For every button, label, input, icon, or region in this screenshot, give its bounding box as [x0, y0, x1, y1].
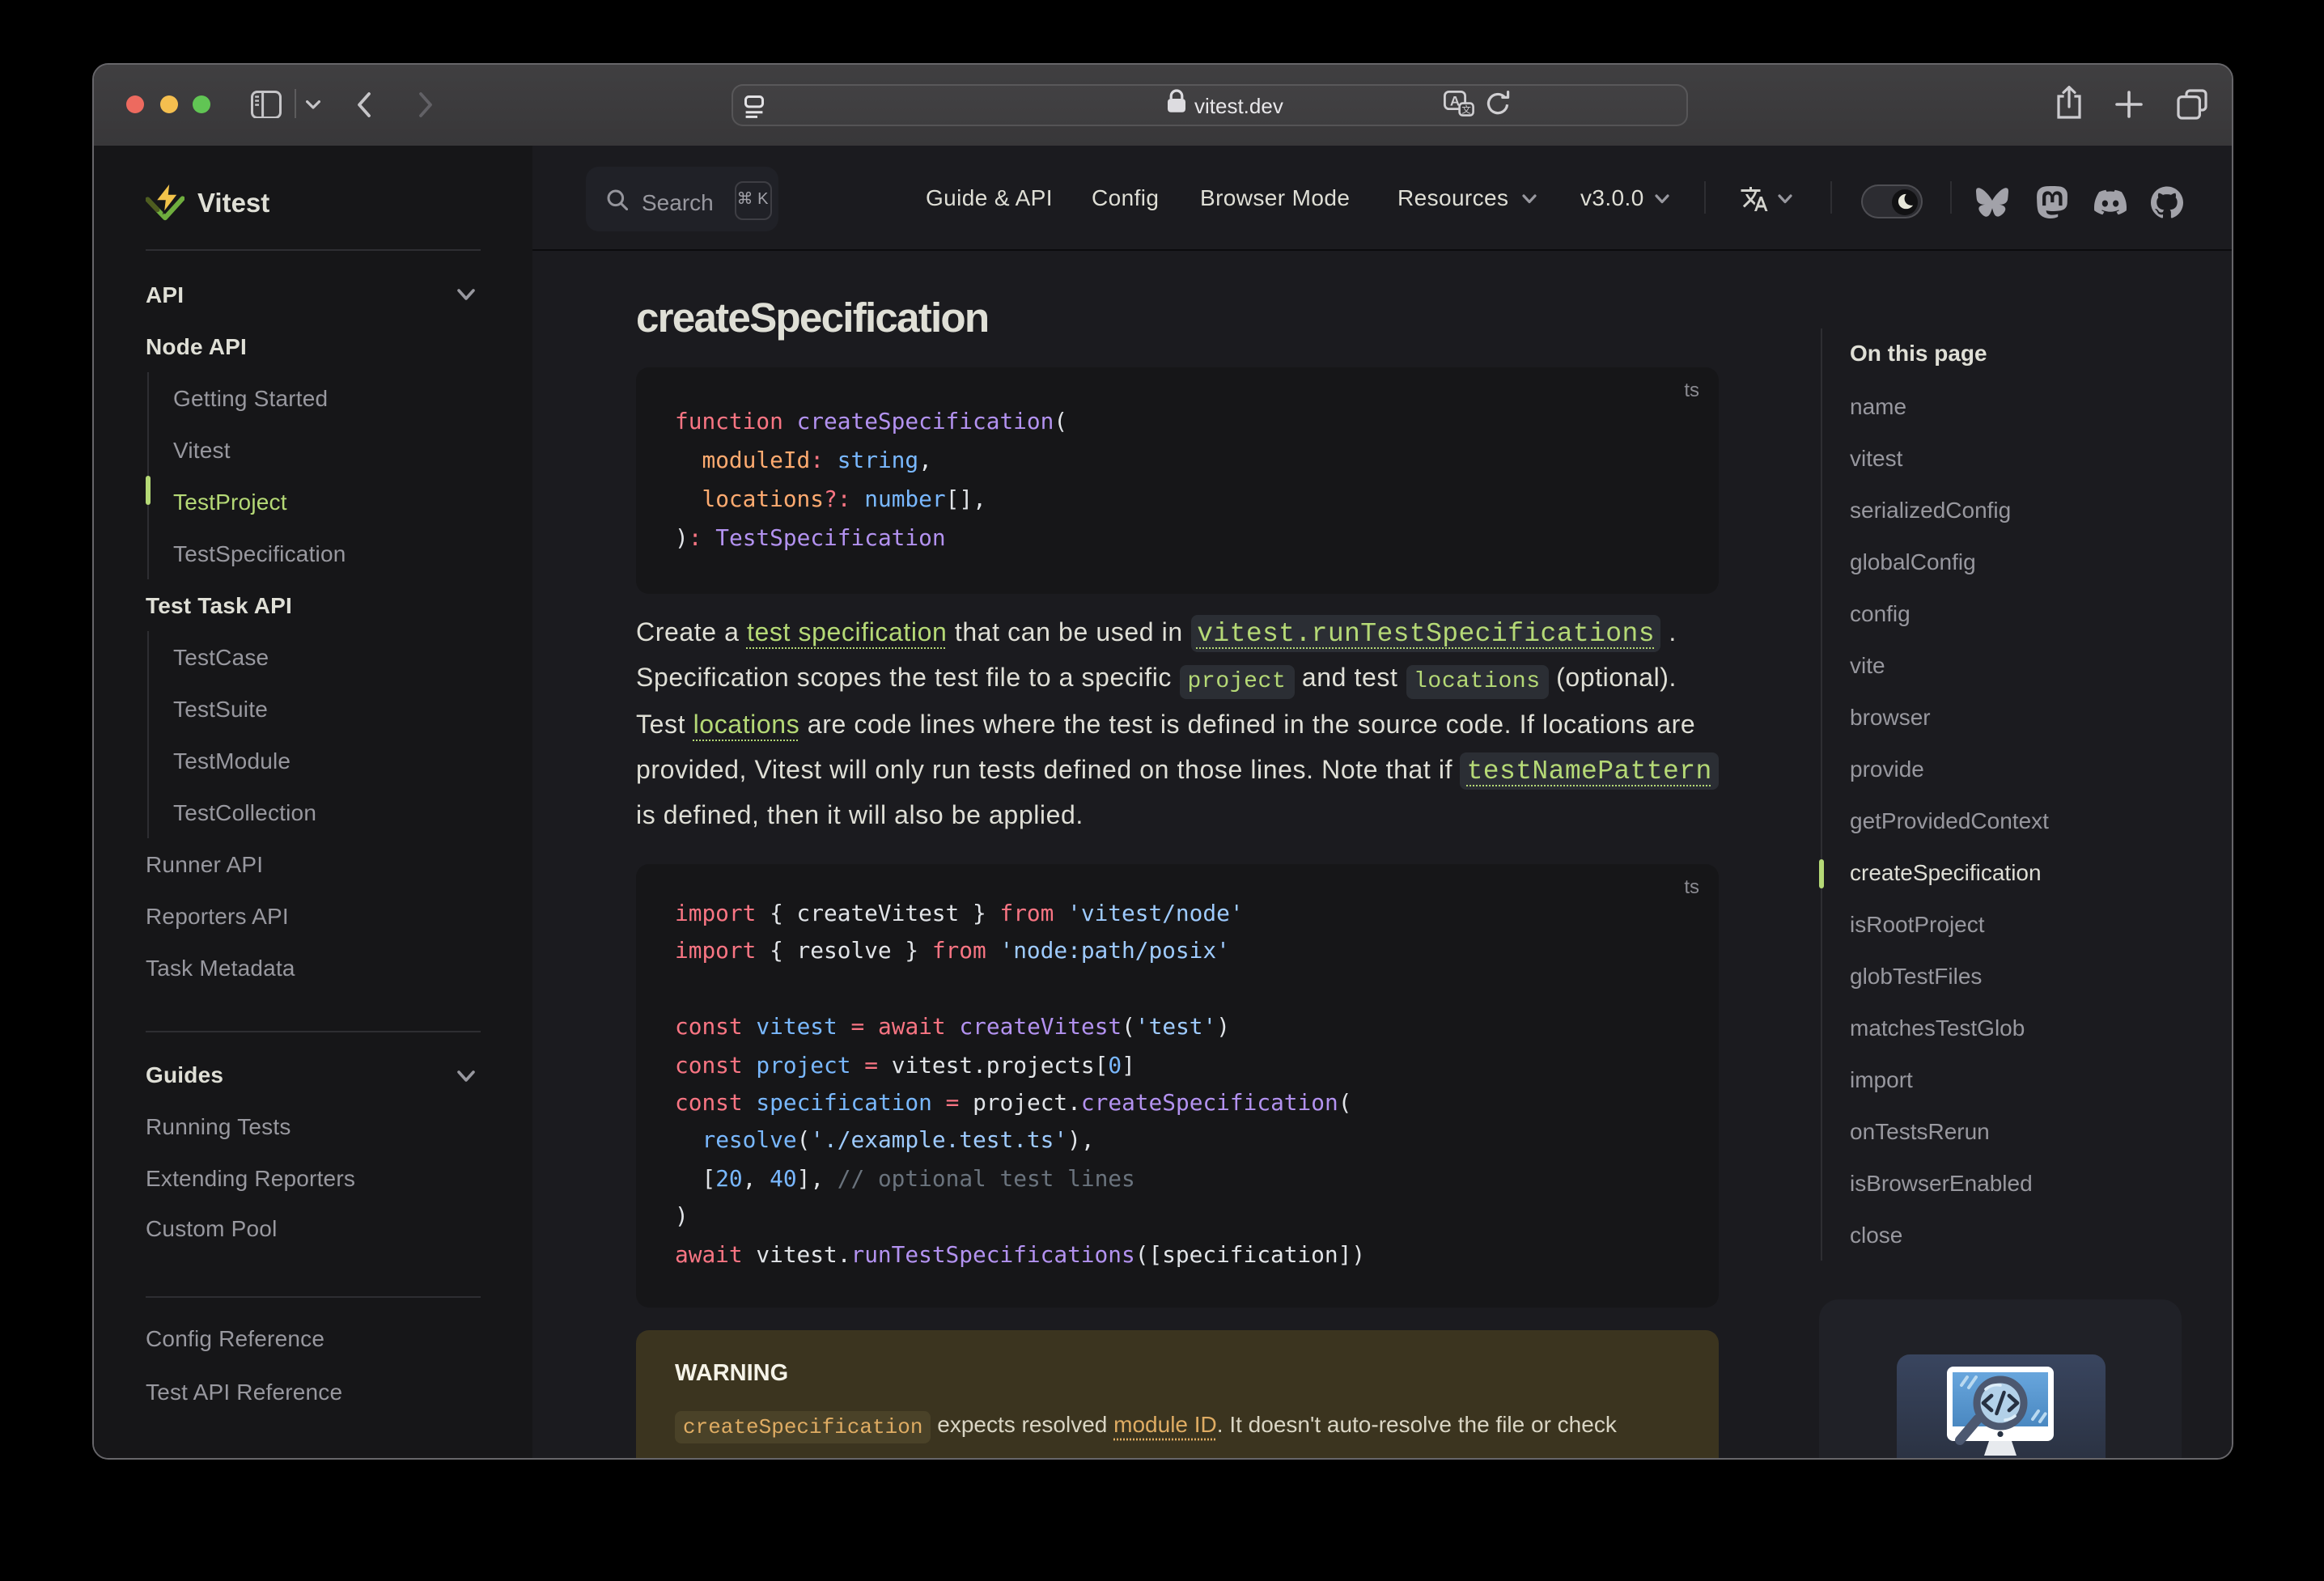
svg-text:A: A — [1450, 93, 1460, 108]
svg-text:文: 文 — [1461, 104, 1471, 115]
